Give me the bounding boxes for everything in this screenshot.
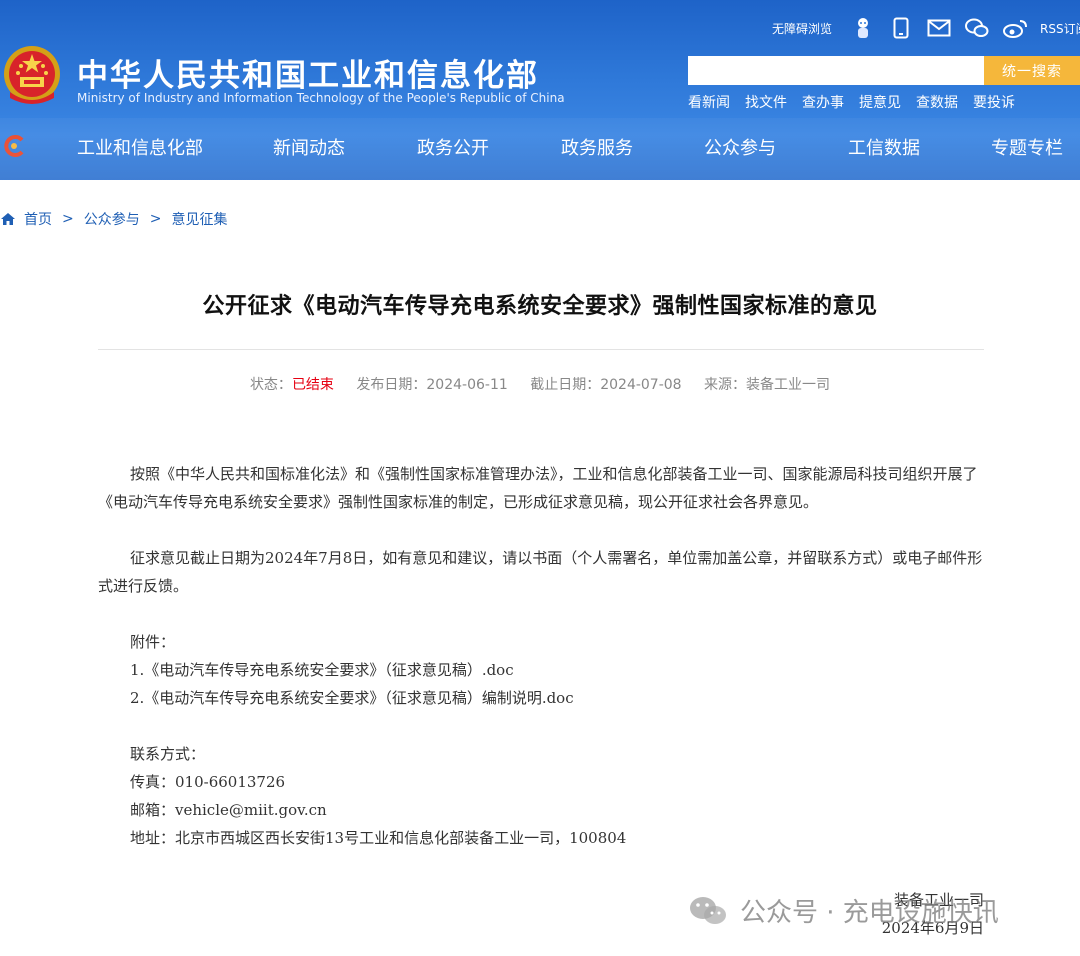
attachments-label: 附件： [130,633,176,651]
breadcrumb-separator: > [149,211,162,227]
paragraph-deadline: 征求意见截止日期为2024年7月8日，如有意见和建议，请以书面（个人需署名，单位… [98,549,983,595]
rss-link[interactable]: RSS订阅 [1040,20,1080,37]
main-nav: 工业和信息化部 新闻动态 政务公开 政务服务 公众参与 工信数据 专题专栏 [0,128,1080,168]
attachment-link-explanation[interactable]: 2.《电动汽车传导充电系统安全要求》（征求意见稿）编制说明.doc [98,684,984,712]
site-subtitle: Ministry of Industry and Information Tec… [77,91,565,105]
site-title[interactable]: 中华人民共和国工业和信息化部 [77,50,539,95]
breadcrumb-opinion-collection[interactable]: 意见征集 [171,209,227,229]
search-input[interactable] [688,56,984,85]
source-value: 装备工业一司 [746,377,831,393]
quick-link-files[interactable]: 找文件 [745,92,787,112]
attachment-link-draft[interactable]: 1.《电动汽车传导充电系统安全要求》（征求意见稿）.doc [98,656,984,684]
ministry-logo-icon [4,135,24,157]
status-label: 状态： [249,377,292,393]
article-body: 按照《中华人民共和国标准化法》和《强制性国家标准管理办法》，工业和信息化部装备工… [98,460,984,852]
search-button[interactable]: 统一搜索 [984,56,1080,85]
top-utility-links: 无障碍浏览 RSS订阅 [772,14,1080,42]
deadline-label: 截止日期： [530,377,601,393]
paragraph-intro: 按照《中华人民共和国标准化法》和《强制性国家标准管理办法》，工业和信息化部装备工… [98,465,978,511]
article-title: 公开征求《电动汽车传导充电系统安全要求》强制性国家标准的意见 [202,294,878,319]
accessibility-link[interactable]: 无障碍浏览 [772,20,832,37]
national-emblem-icon [4,46,60,104]
breadcrumb-home[interactable]: 首页 [24,209,52,229]
mascot-icon[interactable] [850,16,876,40]
contact-address: 地址：北京市西城区西长安街13号工业和信息化部装备工业一司，100804 [130,829,627,847]
quick-link-feedback[interactable]: 提意见 [859,92,901,112]
mobile-icon[interactable] [888,16,914,40]
breadcrumb-separator: > [62,211,74,227]
watermark-text: 公众号 · 充电设施快讯 [740,898,999,928]
wechat-watermark-icon [690,896,726,924]
quick-link-data[interactable]: 查数据 [916,92,958,112]
quick-link-complaint[interactable]: 要投诉 [973,92,1015,112]
nav-item-ministry[interactable]: 工业和信息化部 [77,134,203,160]
title-divider [98,349,984,350]
deadline-date: 2024-07-08 [600,377,682,393]
nav-item-public-participation[interactable]: 公众参与 [704,134,776,160]
quick-link-news[interactable]: 看新闻 [688,92,730,112]
article-meta: 状态：已结束 发布日期：2024-06-11 截止日期：2024-07-08 来… [0,374,1080,394]
breadcrumb-public-participation[interactable]: 公众参与 [84,209,140,229]
wechat-icon[interactable] [964,16,990,40]
quick-links: 看新闻 找文件 查办事 提意见 查数据 要投诉 [688,92,1030,112]
watermark: 公众号 · 充电设施快讯 [688,892,999,929]
nav-item-news[interactable]: 新闻动态 [273,134,345,160]
breadcrumb: 首页 > 公众参与 > 意见征集 [0,208,227,230]
quick-link-services[interactable]: 查办事 [802,92,844,112]
status-badge: 已结束 [291,377,334,393]
nav-item-topics[interactable]: 专题专栏 [991,134,1063,160]
publish-date: 2024-06-11 [426,377,508,393]
contact-label: 联系方式： [130,745,206,763]
home-icon[interactable] [0,212,16,226]
site-header: 中华人民共和国工业和信息化部 Ministry of Industry and … [0,0,1080,180]
weibo-icon[interactable] [1002,16,1028,40]
source-label: 来源： [704,377,747,393]
nav-item-government-affairs[interactable]: 政务公开 [417,134,489,160]
publish-date-label: 发布日期： [356,377,427,393]
contact-fax: 传真：010-66013726 [130,773,286,791]
nav-item-data[interactable]: 工信数据 [848,134,920,160]
mail-icon[interactable] [926,16,952,40]
contact-email: 邮箱：vehicle@miit.gov.cn [130,801,327,819]
nav-item-government-services[interactable]: 政务服务 [561,134,633,160]
